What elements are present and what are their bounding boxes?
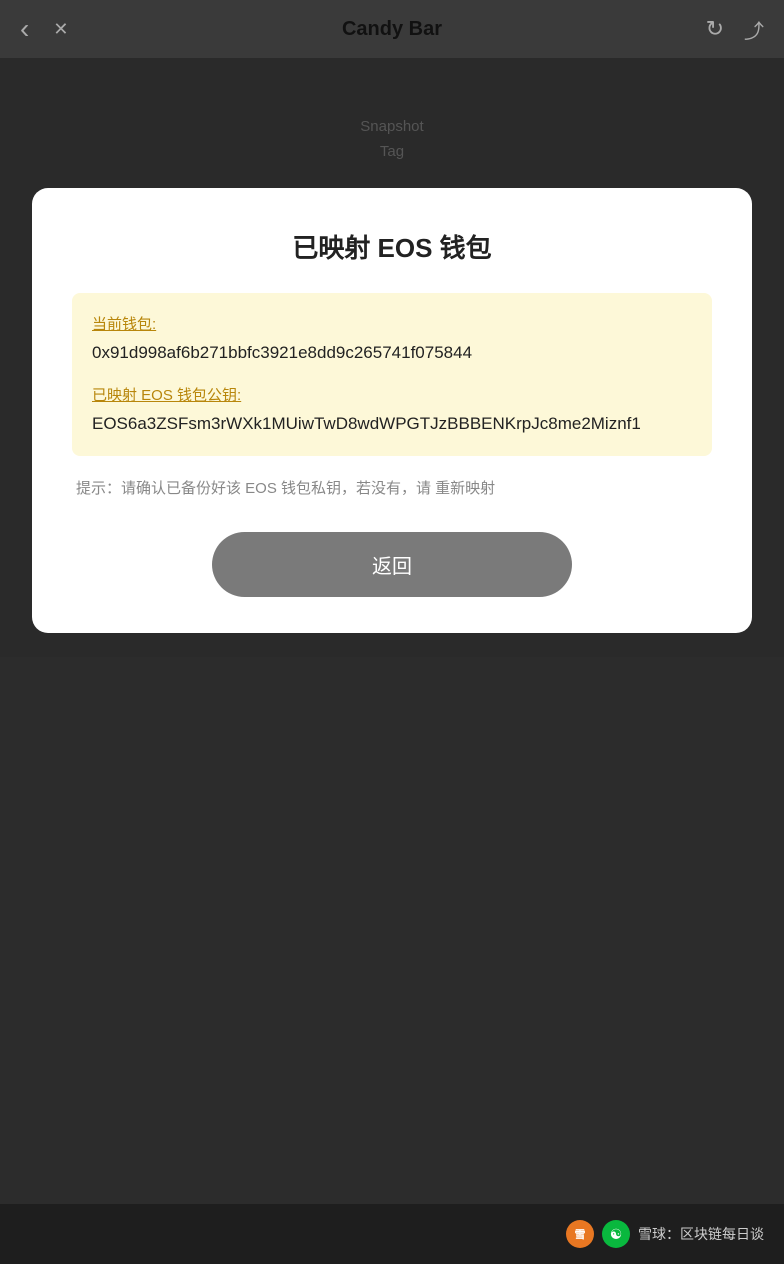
hint-text: 提示：请确认已备份好该 EOS 钱包私钥，若没有，请 重新映射 [72,476,712,502]
wx-icon-symbol: ☯ [610,1226,623,1243]
close-icon[interactable] [53,19,68,40]
refresh-icon[interactable] [706,16,724,42]
bottom-bar: 雪 ☯ 雪球：区块链每日谈 [0,1204,784,1264]
watermark-wx-icon: ☯ [602,1220,630,1248]
eos-value: EOS6a3ZSFsm3rWXk1MUiwTwD8wdWPGTJzBBBENKr… [92,411,692,437]
watermark-logo-text: 雪 [575,1226,586,1242]
background-area: Snapshot Tag 已映射 EOS 钱包 当前钱包: 0x91d998af… [0,58,784,657]
watermark-logo: 雪 [566,1220,594,1248]
nav-left [20,13,68,45]
nav-bar: Candy Bar [0,0,784,58]
bg-hint-2: Tag [380,143,404,160]
wallet-value: 0x91d998af6b271bbfc3921e8dd9c265741f0758… [92,340,692,366]
eos-label: 已映射 EOS 钱包公钥: [92,384,692,405]
nav-right [706,15,764,44]
share-icon[interactable] [744,15,764,44]
page-title: Candy Bar [342,18,442,41]
watermark-name: 雪球：区块链每日谈 [638,1224,764,1244]
back-button[interactable]: 返回 [212,532,572,597]
info-box: 当前钱包: 0x91d998af6b271bbfc3921e8dd9c26574… [72,293,712,456]
card-title: 已映射 EOS 钱包 [72,228,712,265]
wallet-label: 当前钱包: [92,313,692,334]
watermark: 雪 ☯ 雪球：区块链每日谈 [566,1220,764,1248]
bg-hint-1: Snapshot [360,118,423,135]
back-icon[interactable] [20,13,29,45]
main-card: 已映射 EOS 钱包 当前钱包: 0x91d998af6b271bbfc3921… [32,188,752,633]
